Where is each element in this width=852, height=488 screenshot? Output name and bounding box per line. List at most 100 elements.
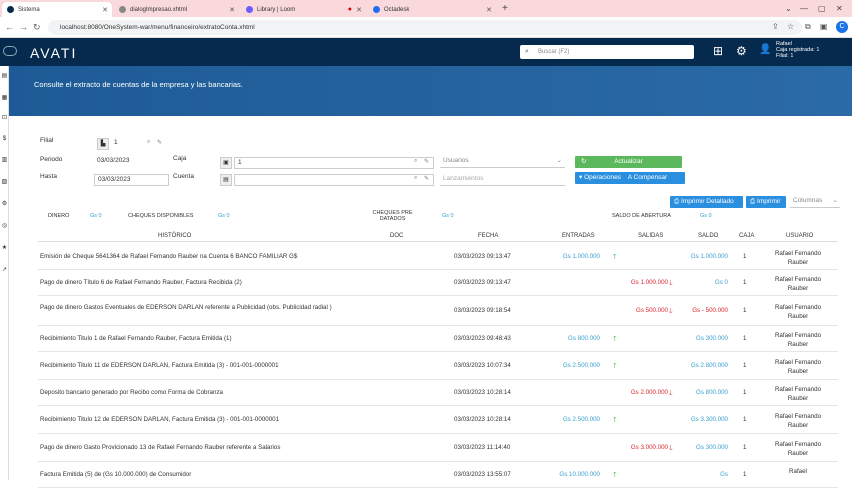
col-saldo[interactable]: SALDO — [698, 233, 718, 239]
chevron-down-icon: ▾ — [579, 174, 583, 181]
table-row[interactable]: Recibimiento Titulo 12 de EDERSON DARLAN… — [38, 406, 838, 434]
url-input[interactable]: localhost:8080/OneSystem-war/menu/financ… — [48, 20, 802, 35]
cell-historico: Pago de dinero Título 6 de Rafael Fernan… — [40, 279, 242, 286]
menu-money-icon[interactable]: $ — [1, 136, 8, 143]
usuarios-placeholder: Usuarios — [443, 157, 469, 164]
edit-icon[interactable]: ✎ — [424, 175, 429, 182]
new-tab-icon[interactable]: + — [502, 3, 508, 14]
menu-settings-icon[interactable]: ⚙ — [1, 200, 8, 207]
grid-icon[interactable]: ⊞ — [713, 44, 723, 58]
search-icon[interactable]: ⌕ — [147, 139, 150, 146]
minimize-icon[interactable]: — — [800, 4, 808, 13]
actualizar-button[interactable]: ↻ Actualizar — [575, 156, 682, 168]
a-compensar-button[interactable]: A Compensar — [628, 174, 667, 181]
col-historico[interactable]: HISTÓRICO — [158, 233, 191, 239]
cell-usuario: Rafael Fernando Rauber — [774, 386, 822, 402]
cell-fecha: 03/03/2023 10:07:34 — [454, 362, 511, 369]
cheques-disponibles-value: Gs 0 — [218, 213, 230, 219]
imprimir-detallado-button[interactable]: ⎙ Imprimir Detallado — [670, 196, 743, 208]
forward-icon[interactable]: → — [19, 22, 28, 32]
tab-title: Octadesk — [384, 6, 410, 13]
table-row[interactable]: Pago de dinero Gasto Provicionado 13 de … — [38, 434, 838, 462]
close-icon[interactable]: ✕ — [229, 6, 235, 14]
col-usuario[interactable]: USUARIO — [786, 233, 813, 239]
gear-icon[interactable]: ⚙ — [736, 44, 747, 58]
col-doc[interactable]: DOC — [390, 233, 403, 239]
back-icon[interactable]: ← — [5, 22, 14, 32]
menu-cart-icon[interactable]: ⊡ — [1, 114, 8, 121]
banner-text: Consulte el extracto de cuentas de la em… — [34, 80, 243, 89]
sidepanel-icon[interactable]: ▣ — [820, 22, 828, 31]
cloud-icon[interactable] — [3, 46, 17, 56]
cuenta-input[interactable] — [234, 174, 434, 186]
table-row[interactable]: Recibimiento Titulo 1 de Rafael Fernando… — [38, 326, 838, 352]
tab-loom[interactable]: Library | Loom ● ✕ — [241, 2, 366, 17]
tab-sistema[interactable]: Sistema ✕ — [2, 2, 112, 17]
search-icon[interactable]: ⌕ — [414, 175, 417, 182]
menu-star-icon[interactable]: ★ — [1, 244, 8, 251]
search-icon[interactable]: ⌕ — [414, 158, 417, 165]
actualizar-label: Actualizar — [614, 158, 643, 165]
reload-icon[interactable]: ↻ — [33, 22, 41, 33]
col-salidas[interactable]: SALIDAS — [638, 233, 663, 239]
profile-avatar[interactable]: C — [836, 21, 848, 33]
extensions-icon[interactable]: ⧉ — [805, 22, 811, 32]
maximize-icon[interactable]: ▢ — [818, 4, 826, 13]
table-row[interactable]: Emisión de Cheque 5641364 de Rafael Fern… — [38, 244, 838, 270]
global-search-input[interactable]: ⌕ Buscar (F2) — [520, 45, 694, 59]
cell-saldo: Gs 300.000 — [696, 444, 728, 451]
imprimir-detallado-label: Imprimir Detallado — [681, 198, 734, 205]
filial-input[interactable]: 1 — [111, 138, 145, 150]
table-row[interactable]: Deposito bancario generado por Recibo co… — [38, 380, 838, 406]
menu-box-icon[interactable]: ▦ — [1, 94, 8, 101]
table-row[interactable]: Recibimiento Titulo 11 de EDERSON DARLAN… — [38, 352, 838, 380]
tab-dialog[interactable]: dialogImpresao.xhtml ✕ — [114, 2, 239, 17]
window-close-icon[interactable]: ✕ — [836, 4, 843, 13]
menu-chart-icon[interactable]: ▥ — [1, 156, 8, 163]
menu-document-icon[interactable]: ▤ — [1, 72, 8, 79]
page-banner: Consulte el extracto de cuentas de la em… — [9, 66, 852, 116]
arrow-up-icon: 🡑 — [613, 417, 617, 424]
tab-octadesk[interactable]: Octadesk ✕ — [368, 2, 496, 17]
cell-saldo: Gs - 500.000 — [692, 307, 728, 314]
table-row[interactable]: Factura Emitida (5) de (Gs 10.000.000) d… — [38, 462, 838, 488]
menu-trend-icon[interactable]: ↗ — [1, 266, 8, 273]
table-row[interactable]: Pago de dinero Gastos Eventuales de EDER… — [38, 296, 838, 326]
arrow-up-icon: 🡑 — [613, 254, 617, 261]
cell-saldo: Gs 2.800.000 — [690, 362, 728, 369]
close-icon[interactable]: ✕ — [356, 6, 362, 14]
col-caja[interactable]: CAJA — [739, 233, 754, 239]
hasta-input[interactable]: 03/03/2023 — [94, 174, 169, 186]
periodo-label: Periodo — [40, 156, 63, 163]
operaciones-button[interactable]: Operaciones — [584, 174, 621, 181]
periodo-input[interactable]: 03/03/2023 — [94, 156, 169, 168]
octadesk-icon — [373, 6, 380, 13]
bookmark-star-icon[interactable]: ☆ — [787, 22, 794, 31]
cell-historico: Recibimiento Titulo 1 de Rafael Fernando… — [40, 335, 232, 342]
columnas-select[interactable]: Columnas ⌄ — [790, 196, 840, 208]
imprimir-button[interactable]: ⎙ Imprimir — [746, 196, 786, 208]
usuarios-select[interactable]: Usuarios ⌄ — [440, 156, 565, 168]
cell-fecha: 03/03/2023 11:14:40 — [454, 444, 511, 451]
app-logo[interactable]: AVATI — [30, 45, 77, 61]
close-icon[interactable]: ✕ — [102, 6, 108, 14]
table-row[interactable]: Pago de dinero Título 6 de Rafael Fernan… — [38, 270, 838, 296]
arrow-down-icon: 🡓 — [669, 308, 673, 315]
user-icon[interactable]: 👤 — [759, 44, 771, 55]
col-fecha[interactable]: FECHA — [478, 233, 498, 239]
col-entradas[interactable]: ENTRADAS — [562, 233, 595, 239]
share-icon[interactable]: ⇪ — [772, 22, 779, 31]
lanzamientos-select[interactable]: Lanzamientos — [440, 174, 565, 186]
user-info[interactable]: Rafael Caja registrada: 1 Filial: 1 — [776, 41, 819, 59]
edit-icon[interactable]: ✎ — [424, 158, 429, 165]
cheques-pre-value: Gs 0 — [442, 213, 454, 219]
arrow-up-icon: 🡑 — [613, 363, 617, 370]
caja-input[interactable]: 1 — [234, 157, 434, 169]
edit-icon[interactable]: ✎ — [157, 139, 162, 146]
chevron-down-icon[interactable]: ⌄ — [785, 4, 792, 13]
close-icon[interactable]: ✕ — [486, 6, 492, 14]
side-menu: ▤ ▦ ⊡ $ ▥ ▧ ⚙ ◎ ★ ↗ — [0, 66, 9, 480]
cell-caja: 1 — [743, 471, 747, 478]
menu-report-icon[interactable]: ▧ — [1, 178, 8, 185]
menu-globe-icon[interactable]: ◎ — [1, 222, 8, 229]
